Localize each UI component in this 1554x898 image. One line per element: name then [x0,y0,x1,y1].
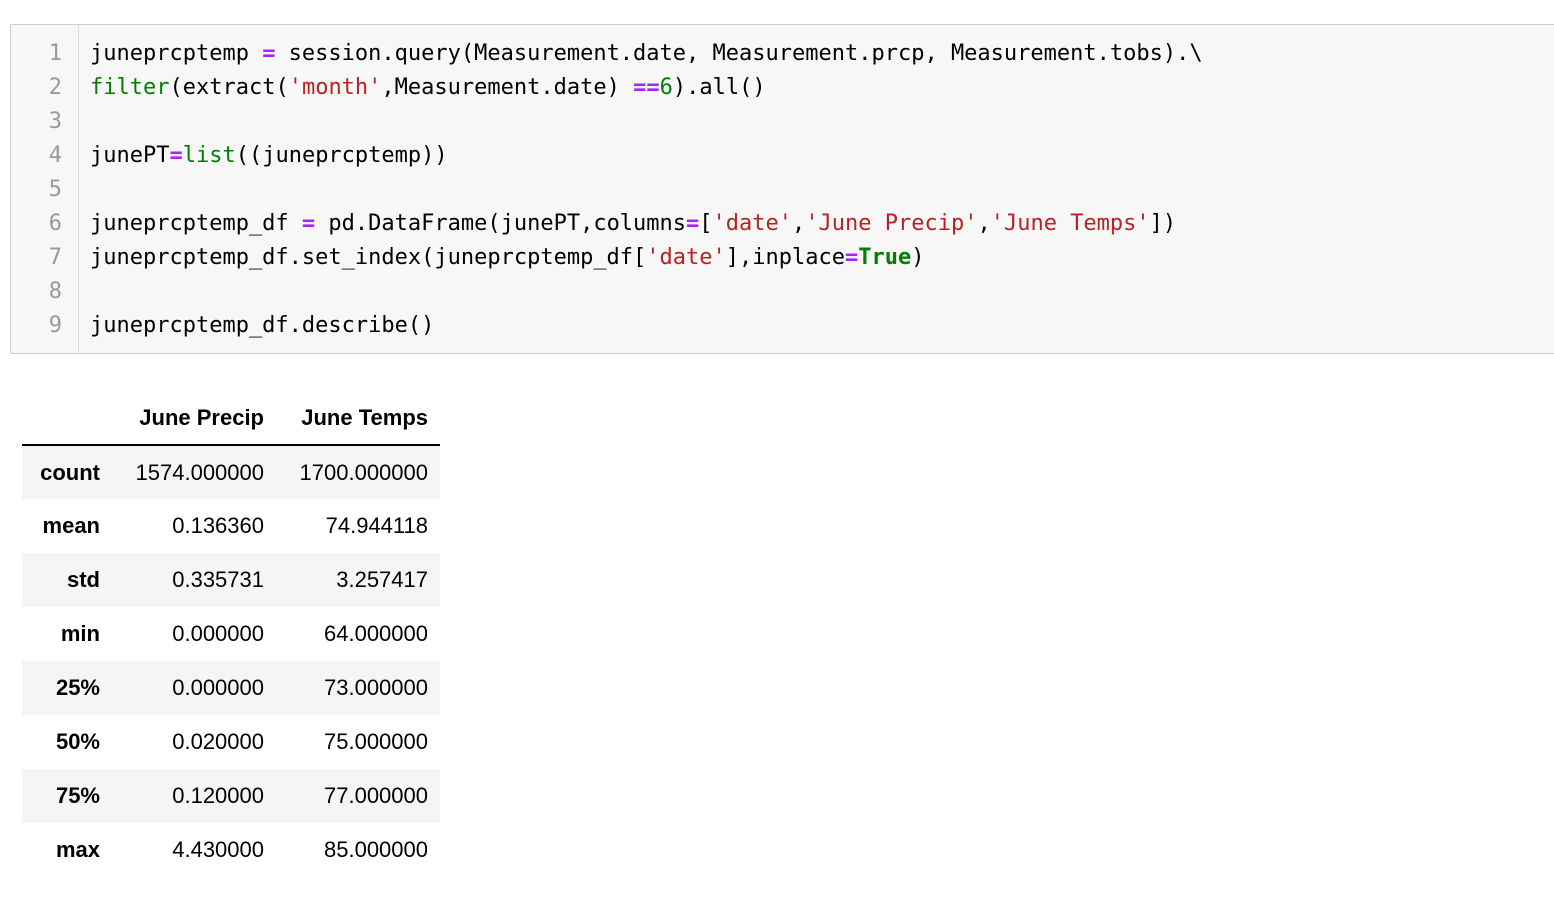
row-label: mean [42,513,100,538]
code-line: junePT=list((juneprcptemp)) [90,139,1203,173]
line-number: 8 [48,279,62,304]
code-token: , [977,211,991,236]
table-cell: 85.000000 [324,837,428,862]
row-label: max [55,837,100,862]
code-line: juneprcptemp = session.query(Measurement… [90,37,1203,71]
code-token: ,Measurement.date) [381,75,634,100]
table-row: min 0.000000 64.000000 [22,607,440,661]
table-row: 75% 0.120000 77.000000 [22,769,440,823]
code-token: = [169,143,183,168]
code-token: = [686,211,700,236]
row-label: 50% [55,729,100,754]
table-cell: 1700.000000 [299,459,428,485]
code-token: = [262,41,276,66]
table-cell: 0.000000 [172,675,264,700]
table-cell: 74.944118 [325,513,428,538]
row-label: min [60,621,100,646]
code-token: ]) [1149,211,1177,236]
code-token: 'date' [646,245,726,270]
table-cell: 64.000000 [324,621,428,646]
code-line: juneprcptemp_df = pd.DataFrame(junePT,co… [90,207,1203,241]
code-token: ((juneprcptemp)) [235,143,448,168]
line-number: 4 [48,143,62,168]
table-row: count 1574.000000 1700.000000 [22,445,440,499]
code-token: ).all() [672,75,766,100]
code-line: juneprcptemp_df.set_index(juneprcptemp_d… [90,241,1203,275]
line-number: 2 [48,75,62,100]
column-header-june-precip: June Precip [112,391,276,446]
code-line: filter(extract('month',Measurement.date)… [90,71,1203,105]
code-token: = [845,245,859,270]
code-token: ) [911,245,925,270]
code-token: 'month' [288,75,382,100]
code-cell[interactable]: 1 2 3 4 5 6 7 8 9 juneprcptemp = session.query(M… [10,24,1554,354]
code-token: juneprcptemp_df [90,211,302,236]
code-token: , [792,211,806,236]
code-token: (extract( [169,75,289,100]
table-cell: 0.136360 [172,513,264,538]
code-token: 'June Precip' [805,211,978,236]
code-token: [ [699,211,713,236]
table-cell: 1574.000000 [135,459,264,485]
code-token: True [858,245,912,270]
table-row: std 0.335731 3.257417 [22,553,440,607]
code-token: juneprcptemp_df.set_index(juneprcptemp_d… [90,245,647,270]
table-cell: 77.000000 [324,783,428,808]
table-row: mean 0.136360 74.944118 [22,499,440,553]
row-label: count [40,459,100,485]
table-cell: 0.120000 [172,783,264,808]
line-number: 6 [48,211,62,236]
code-token: = [301,211,316,236]
index-header [22,391,112,446]
table-cell: 75.000000 [324,729,428,754]
table-cell: 0.020000 [172,729,264,754]
code-token: 'June Temps' [990,211,1150,236]
line-number: 3 [48,109,62,134]
table-cell: 3.257417 [336,567,428,592]
table-header-row: June Precip June Temps [22,391,440,446]
code-token: pd.DataFrame(junePT,columns [315,211,687,236]
code-token: junePT [90,143,170,168]
code-token: 6 [659,75,673,100]
code-token: juneprcptemp_df.describe() [90,313,435,338]
row-label: 75% [55,783,100,808]
describe-output-table: June Precip June Temps count 1574.000000 1… [22,391,440,877]
table-cell: 4.430000 [172,837,264,862]
table-row: 25% 0.000000 73.000000 [22,661,440,715]
table-row: max 4.430000 85.000000 [22,823,440,877]
table-cell: 73.000000 [324,675,428,700]
line-number: 7 [48,245,62,270]
code-token: session.query(Measurement.date, Measurem… [275,41,1203,66]
code-token: filter [90,75,170,100]
line-number: 9 [48,313,62,338]
line-number-gutter: 1 2 3 4 5 6 7 8 9 [11,25,79,353]
row-label: 25% [55,675,100,700]
code-token: == [633,75,660,100]
column-header-june-temps: June Temps [276,391,440,446]
line-number: 1 [48,41,62,66]
code-token: 'date' [712,211,793,236]
code-line: juneprcptemp_df.describe() [90,309,1203,343]
row-label: std [67,567,100,592]
table-cell: 0.335731 [172,567,264,592]
table-row: 50% 0.020000 75.000000 [22,715,440,769]
code-token: list [182,143,236,168]
code-token: ],inplace [725,245,845,270]
line-number: 5 [48,177,62,202]
code-token: juneprcptemp [90,41,263,66]
table-cell: 0.000000 [172,621,264,646]
code-editor[interactable]: juneprcptemp = session.query(Measurement… [90,37,1203,343]
output-area: June Precip June Temps count 1574.000000 1… [22,391,440,877]
